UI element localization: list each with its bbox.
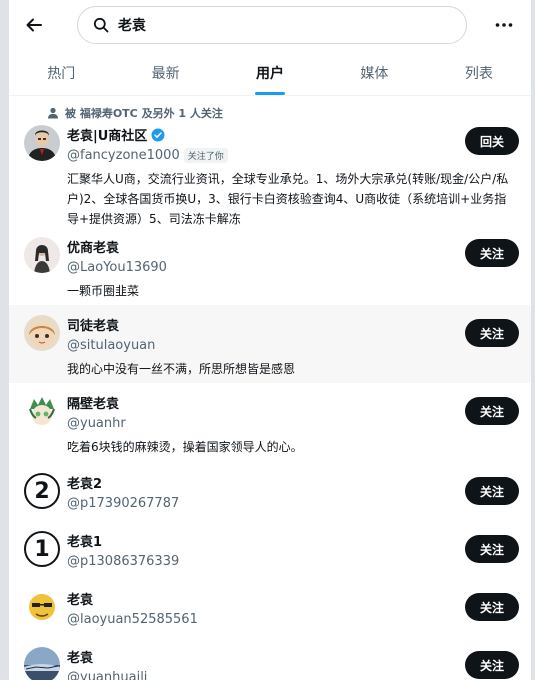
user-bio: 我的心中没有一丝不满，所思所想皆是感恩 [67,362,296,376]
user-cell[interactable]: 2 老袁2 @p17390267787 关注 [9,463,531,521]
avatar[interactable] [24,125,60,161]
user-handle-text: @p17390267787 [67,496,180,511]
app-frame: 老袁 热门 最新 用户 媒体 列表 被 福禄寿OTC 及另外 1 人关注 老袁|… [9,0,531,680]
avatar[interactable] [24,315,60,351]
user-cell[interactable]: 被 福禄寿OTC 及另外 1 人关注 老袁|U商社区 @fancyzone100… [9,97,531,227]
user-handle-text: @laoyuan52585561 [67,612,198,627]
top-bar: 老袁 [9,0,531,50]
person-icon [48,107,58,119]
user-name-text[interactable]: 老袁 [67,589,93,608]
user-handle: @fancyzone1000 关注了你 [67,148,461,163]
follow-button[interactable]: 关注 [465,319,519,347]
avatar[interactable] [24,393,60,429]
user-handle-text: @p13086376339 [67,554,180,569]
social-context-text: 被 福禄寿OTC 及另外 1 人关注 [65,107,223,120]
user-name-text[interactable]: 老袁1 [67,531,102,550]
user-cell[interactable]: 隔壁老袁 @yuanhr 吃着6块钱的麻辣烫，操着国家领导人的心。 关注 [9,383,531,463]
search-tabs: 热门 最新 用户 媒体 列表 [9,50,531,96]
search-query: 老袁 [118,18,146,34]
follow-button[interactable]: 关注 [465,593,519,621]
user-bio: 吃着6块钱的麻辣烫，操着国家领导人的心。 [67,440,303,454]
user-name-text[interactable]: 老袁 [67,647,93,666]
user-cell[interactable]: 司徒老袁 @situlaoyuan 我的心中没有一丝不满，所思所想皆是感恩 关注 [9,305,531,383]
more-options-icon[interactable] [493,14,515,36]
verified-badge-icon [151,128,165,141]
user-bio: 一颗币圈韭菜 [67,284,140,298]
user-name-text[interactable]: 隔壁老袁 [67,393,119,412]
user-name-text[interactable]: 优商老袁 [67,237,119,256]
user-cell[interactable]: 优商老袁 @LaoYou13690 一颗币圈韭菜 关注 [9,227,531,305]
tab-lists[interactable]: 列表 [427,50,531,95]
avatar[interactable] [24,647,60,680]
avatar[interactable]: 1 [24,531,60,567]
user-cell[interactable]: 1 老袁1 @p13086376339 关注 [9,521,531,579]
back-arrow-icon[interactable] [21,12,47,38]
user-name-text[interactable]: 司徒老袁 [67,315,119,334]
user-name-text[interactable]: 老袁|U商社区 [67,125,147,144]
avatar[interactable] [24,237,60,273]
follow-back-button[interactable]: 回关 [465,127,519,155]
user-handle-text: @yuanhuaili [67,670,148,680]
user-bio: 汇聚华人U商，交流行业资讯，全球专业承兑。1、场外大宗承兑(转账/现金/公户/私… [67,172,509,226]
follow-button[interactable]: 关注 [465,397,519,425]
user-cell[interactable]: 老袁 @yuanhuaili 关注 [9,637,531,680]
avatar[interactable]: 2 [24,473,60,509]
search-icon [92,16,110,34]
social-context: 被 福禄寿OTC 及另外 1 人关注 [47,105,223,121]
user-handle-text: @LaoYou13690 [67,260,167,275]
tab-latest[interactable]: 最新 [113,50,217,95]
user-handle-text: @fancyzone1000 [67,148,180,163]
follow-button[interactable]: 关注 [465,651,519,679]
user-cell[interactable]: 老袁 @laoyuan52585561 关注 [9,579,531,637]
avatar[interactable] [24,589,60,625]
follow-button[interactable]: 关注 [465,535,519,563]
user-name[interactable]: 老袁|U商社区 [67,125,461,144]
follows-you-badge: 关注了你 [183,148,228,163]
follow-button[interactable]: 关注 [465,477,519,505]
tab-media[interactable]: 媒体 [322,50,426,95]
tab-people[interactable]: 用户 [218,50,322,95]
user-handle-text: @situlaoyuan [67,338,156,353]
search-input[interactable]: 老袁 [77,6,467,44]
user-handle-text: @yuanhr [67,416,126,431]
user-name-text[interactable]: 老袁2 [67,473,102,492]
follow-button[interactable]: 关注 [465,239,519,267]
tab-top[interactable]: 热门 [9,50,113,95]
